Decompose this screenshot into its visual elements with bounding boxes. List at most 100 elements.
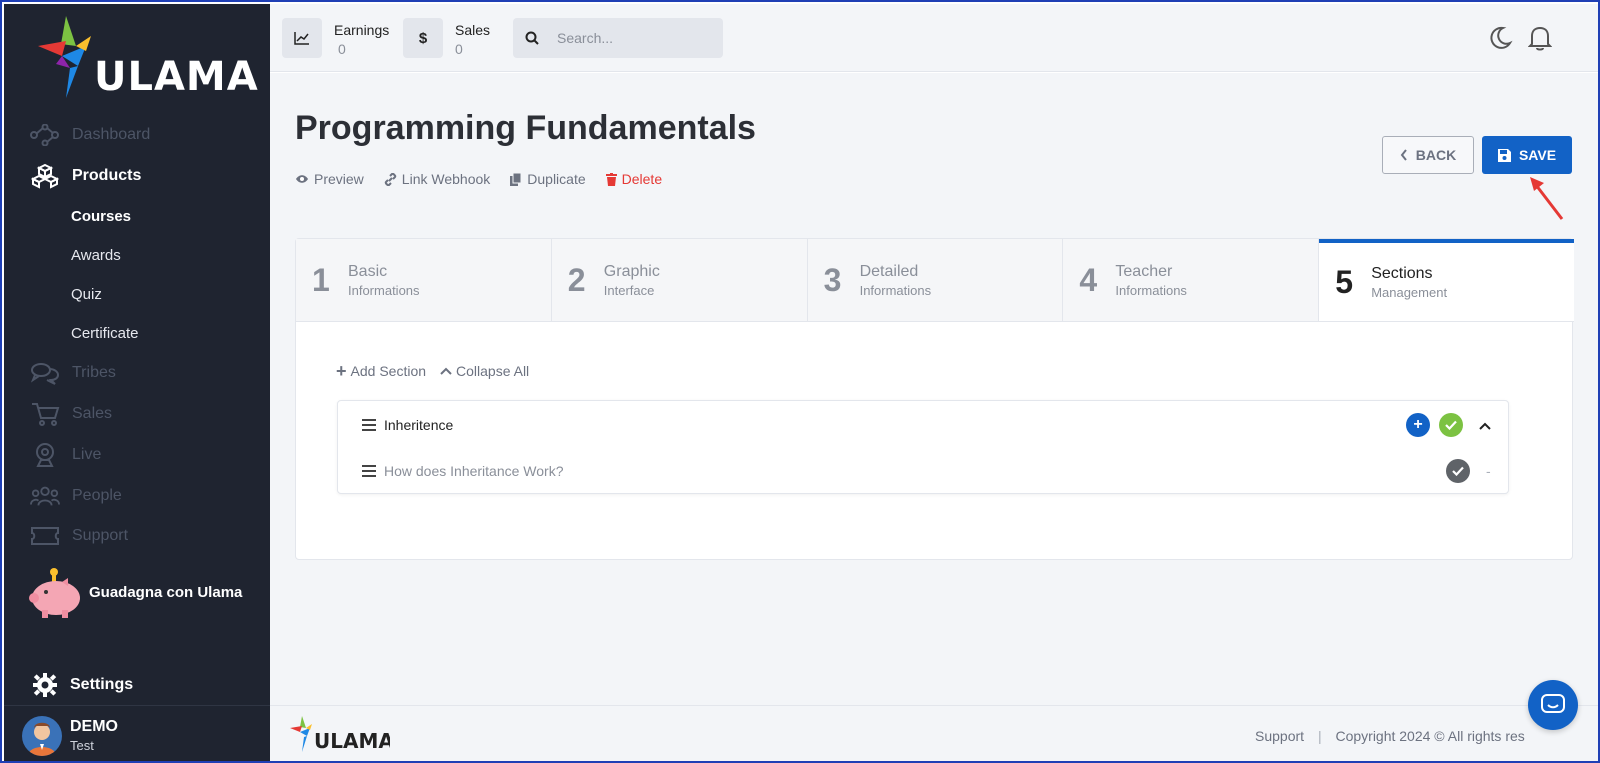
step-title: Graphic xyxy=(603,262,660,280)
sidebar-subitem-awards[interactable]: Awards xyxy=(71,247,121,264)
user-name: DEMO xyxy=(70,718,118,735)
search-bar[interactable] xyxy=(513,18,723,58)
search-icon xyxy=(525,31,539,45)
main-content: Programming Fundamentals Preview Link We… xyxy=(270,73,1598,705)
preview-link[interactable]: Preview xyxy=(295,171,364,187)
collapse-all-button[interactable]: Collapse All xyxy=(440,363,529,379)
sidebar-item-label: Products xyxy=(72,167,142,184)
sidebar: ULAMA Dashboard Products Courses Awards … xyxy=(4,4,270,761)
add-lesson-plus-icon[interactable]: + xyxy=(1406,413,1430,437)
step-subtitle: Interface xyxy=(603,282,655,298)
sections-toolbar: + Add Section Collapse All xyxy=(336,361,529,381)
section-header[interactable]: Inheritence xyxy=(362,417,453,433)
sidebar-item-live[interactable]: Live xyxy=(30,440,101,470)
sidebar-item-label: Dashboard xyxy=(72,126,151,143)
sidebar-item-tribes[interactable]: Tribes xyxy=(30,358,116,388)
step-title: Teacher xyxy=(1115,262,1173,280)
footer-links: Support | Copyright 2024 © All rights re… xyxy=(1255,728,1525,744)
search-input[interactable] xyxy=(557,30,707,46)
course-editor-card: 1 Basic Informations 2 Graphic Interface 3… xyxy=(295,238,1574,560)
step-teacher[interactable]: 4 Teacher Informations xyxy=(1063,239,1320,321)
section-check-icon[interactable] xyxy=(1439,413,1463,437)
add-section-button[interactable]: + Add Section xyxy=(336,361,427,381)
brand-name: ULAMA xyxy=(94,54,259,100)
lesson-row[interactable]: How does Inheritance Work? xyxy=(362,463,564,479)
plus-icon: + xyxy=(336,361,347,381)
ticket-icon xyxy=(30,523,60,549)
drag-handle-icon[interactable] xyxy=(362,465,376,477)
back-button[interactable]: BACK xyxy=(1382,136,1474,174)
link-webhook-link[interactable]: Link Webhook xyxy=(384,171,490,187)
delete-link[interactable]: Delete xyxy=(605,171,663,187)
step-title: Basic xyxy=(348,262,388,280)
step-subtitle: Informations xyxy=(1115,282,1187,298)
dollar-icon: $ xyxy=(418,29,428,47)
sidebar-item-support[interactable]: Support xyxy=(30,521,128,551)
piggy-bank-icon xyxy=(29,568,80,618)
save-label: SAVE xyxy=(1518,147,1557,163)
sales-dollar-button[interactable]: $ xyxy=(403,18,443,58)
copy-icon xyxy=(510,172,522,186)
ulama-small-logo-icon: ULAMA xyxy=(290,716,394,753)
delete-label: Delete xyxy=(621,171,663,187)
collapse-all-label: Collapse All xyxy=(456,363,530,379)
duplicate-label: Duplicate xyxy=(527,171,586,187)
footer-logo[interactable]: ULAMA xyxy=(290,716,394,756)
sidebar-subitem-courses[interactable]: Courses xyxy=(71,208,131,225)
step-sections[interactable]: 5 Sections Management xyxy=(1319,239,1574,321)
eye-icon xyxy=(296,175,308,183)
gear-icon xyxy=(32,672,58,698)
lesson-title: How does Inheritance Work? xyxy=(384,463,564,479)
save-button[interactable]: SAVE xyxy=(1482,136,1572,174)
avatar[interactable] xyxy=(22,716,62,756)
chat-icon xyxy=(1541,694,1565,713)
add-section-label: Add Section xyxy=(350,363,427,379)
chevron-up-icon[interactable] xyxy=(1479,422,1491,430)
sidebar-subitem-certificate[interactable]: Certificate xyxy=(71,325,139,342)
app-window: ULAMA Dashboard Products Courses Awards … xyxy=(0,0,1600,763)
step-subtitle: Management xyxy=(1371,284,1448,300)
user-profile[interactable]: DEMO Test xyxy=(4,705,270,761)
step-number: 2 xyxy=(567,261,586,298)
section-title: Inheritence xyxy=(384,417,454,433)
dark-mode-moon-icon[interactable] xyxy=(1486,24,1514,52)
drag-handle-icon[interactable] xyxy=(362,419,376,431)
step-number: 5 xyxy=(1335,263,1353,300)
sidebar-subitem-quiz[interactable]: Quiz xyxy=(71,286,102,303)
footer-copyright: Copyright 2024 © All rights res xyxy=(1335,728,1525,744)
dashboard-network-icon xyxy=(30,122,60,148)
sidebar-item-label: Tribes xyxy=(72,364,116,381)
chat-widget-button[interactable] xyxy=(1528,680,1578,730)
footer-support-link[interactable]: Support xyxy=(1255,728,1304,744)
step-detailed[interactable]: 3 Detailed Informations xyxy=(807,239,1064,321)
notification-bell-icon[interactable] xyxy=(1526,24,1554,52)
trash-icon xyxy=(605,172,617,186)
step-subtitle: Informations xyxy=(859,282,932,298)
people-icon xyxy=(30,483,60,509)
duplicate-link[interactable]: Duplicate xyxy=(510,171,586,187)
sidebar-item-label: Sales xyxy=(72,405,113,422)
line-chart-icon xyxy=(294,32,309,45)
floppy-disk-icon xyxy=(1497,148,1511,162)
step-basic[interactable]: 1 Basic Informations xyxy=(296,239,552,321)
sidebar-item-dashboard[interactable]: Dashboard xyxy=(30,120,150,150)
sidebar-item-products[interactable]: Products xyxy=(30,161,141,191)
earnings-chart-button[interactable] xyxy=(282,18,322,58)
ulama-logo[interactable]: ULAMA xyxy=(36,16,258,106)
step-graphic[interactable]: 2 Graphic Interface xyxy=(551,239,808,321)
sidebar-item-label: Support xyxy=(72,527,129,544)
chat-bubbles-icon xyxy=(30,360,60,386)
link-webhook-label: Link Webhook xyxy=(401,171,491,187)
sidebar-item-label: People xyxy=(72,487,122,504)
promo-label[interactable]: Guadagna con Ulama xyxy=(89,584,242,601)
lesson-check-icon[interactable] xyxy=(1446,459,1470,483)
sidebar-item-people[interactable]: People xyxy=(30,481,122,511)
promo-piggy-bank[interactable] xyxy=(26,568,84,620)
sidebar-item-sales[interactable]: Sales xyxy=(30,399,112,429)
chevron-left-icon xyxy=(1400,149,1407,161)
preview-label: Preview xyxy=(314,171,364,187)
sidebar-item-settings[interactable]: Settings xyxy=(32,672,133,698)
step-title: Detailed xyxy=(859,262,919,280)
step-title: Sections xyxy=(1371,264,1433,282)
topbar: Earnings 0 $ Sales 0 xyxy=(270,4,1598,72)
